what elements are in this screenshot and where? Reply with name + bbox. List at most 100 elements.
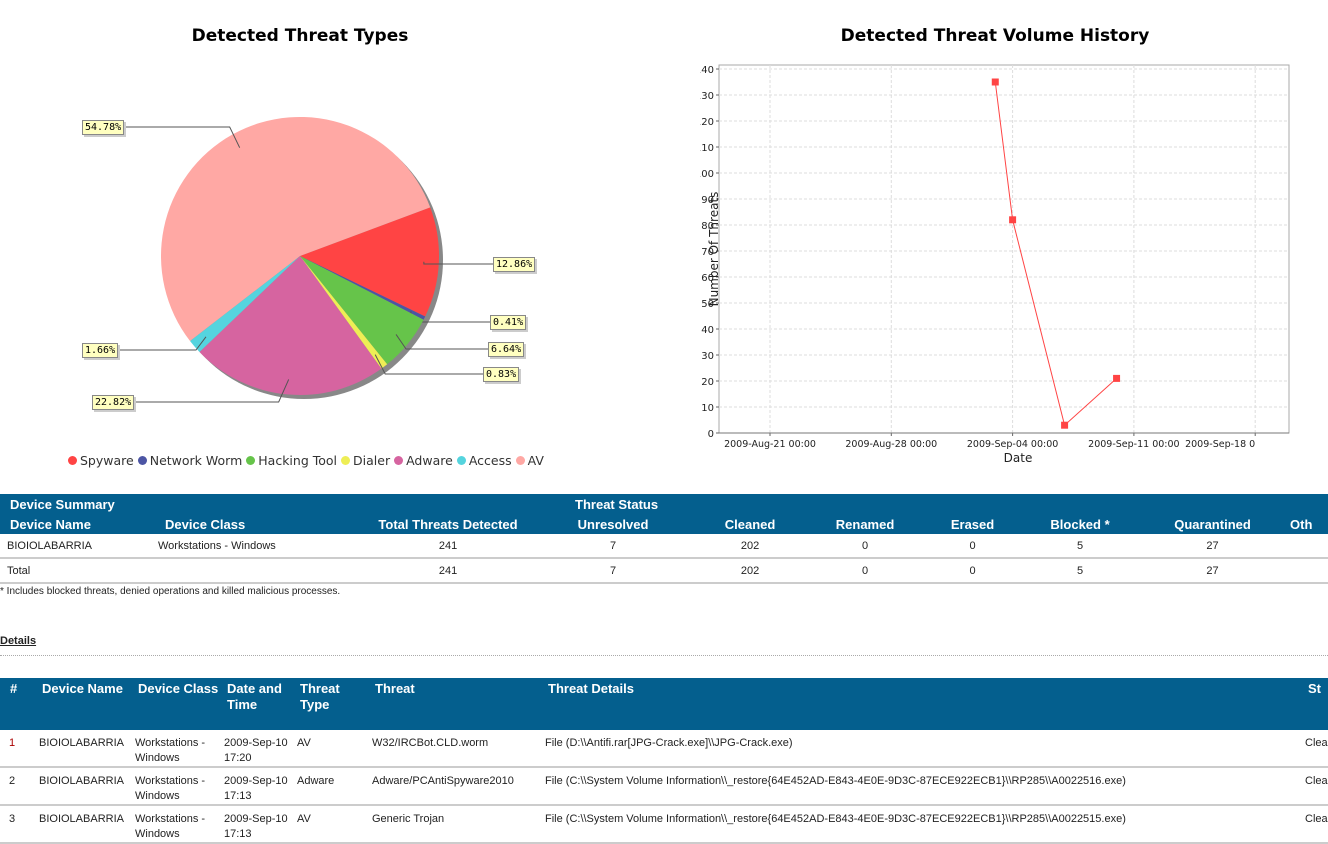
cell-threat-type: AV (297, 730, 372, 768)
x-tick-label: 2009-Sep-04 00:00 (967, 439, 1058, 450)
legend-label: AV (527, 453, 544, 468)
legend-swatch-icon (137, 456, 147, 465)
legend-item-spyware: Spyware (68, 453, 134, 468)
column-header-device-class[interactable]: Device Class (135, 678, 224, 730)
cell-threat-details: File (C:\\System Volume Information\\_re… (545, 767, 1305, 806)
y-tick-label: 100 (700, 169, 714, 180)
column-header-renamed[interactable]: Renamed (810, 514, 921, 534)
cell-cleaned: 202 (690, 558, 811, 584)
cell-device-name: Total (0, 558, 155, 584)
cell-unresolved: 7 (536, 534, 691, 559)
cell-quarantined: 27 (1135, 558, 1291, 584)
table-row: 3 BIOIOLABARRIA Workstations - Windows 2009… (0, 805, 1328, 844)
cell-st: Clea (1305, 767, 1328, 806)
x-tick-label: 2009-Sep-18 0 (1185, 439, 1255, 450)
column-header-[interactable]: # (0, 678, 39, 730)
legend-item-adware: Adware (394, 453, 453, 468)
cell-date-and-time: 2009-Sep-10 17:13 (224, 805, 297, 844)
column-header-date-and-time[interactable]: Date and Time (224, 678, 297, 730)
cell-device-class: Workstations - Windows (135, 730, 224, 768)
cell-date-and-time: 2009-Sep-10 17:13 (224, 767, 297, 806)
column-header-threat-details[interactable]: Threat Details (545, 678, 1305, 730)
cell-blocked: 5 (1025, 558, 1136, 584)
column-header-device-name[interactable]: Device Name (39, 678, 135, 730)
legend-label: Adware (406, 453, 453, 468)
cell-: 3 (0, 805, 39, 844)
legend-label: Network Worm (149, 453, 243, 468)
y-axis-label: Number Of Threats (707, 192, 721, 307)
legend-label: Hacking Tool (258, 453, 338, 468)
cell-blocked: 5 (1025, 534, 1136, 559)
cell-erased: 0 (920, 534, 1026, 559)
legend-swatch-icon (246, 456, 256, 465)
column-header-threat[interactable]: Threat (372, 678, 545, 730)
y-tick-label: 110 (700, 143, 714, 154)
column-header-device-name[interactable]: Device Name (0, 514, 155, 534)
cell-device-class: Workstations - Windows (155, 534, 360, 559)
cell-quarantined: 27 (1135, 534, 1291, 559)
pie-label-spyware: 12.86% (493, 257, 536, 272)
data-point (1061, 421, 1069, 429)
column-header-quarantined[interactable]: Quarantined (1135, 514, 1291, 534)
plot-area (718, 64, 1290, 434)
line-chart: 01020304050607080901001101201301402009-A… (700, 64, 1290, 465)
x-tick-label: 2009-Sep-11 00:00 (1088, 439, 1179, 450)
legend-swatch-icon (394, 456, 404, 465)
y-tick-label: 10 (701, 403, 714, 414)
cell-device-class (155, 558, 360, 584)
cell-unresolved: 7 (536, 558, 691, 584)
table-row: BIOIOLABARRIA Workstations - Windows 241 7 2… (0, 534, 1328, 559)
pie-legend: Spyware Network Worm Hacking Tool Dialer Adw… (68, 453, 548, 468)
cell-device-class: Workstations - Windows (135, 805, 224, 844)
cell-threat-type: AV (297, 805, 372, 844)
column-header-erased[interactable]: Erased (920, 514, 1026, 534)
x-tick-label: 2009-Aug-21 00:00 (724, 439, 816, 450)
cell-threat: Generic Trojan (372, 805, 545, 844)
column-header-st[interactable]: St (1305, 678, 1328, 730)
cell-threat-details: File (C:\\System Volume Information\\_re… (545, 805, 1305, 844)
group-header-threat-status: Threat Status (536, 494, 1328, 514)
cell-date-and-time: 2009-Sep-10 17:20 (224, 730, 297, 768)
column-header-cleaned[interactable]: Cleaned (690, 514, 811, 534)
cell-renamed: 0 (810, 534, 921, 559)
pie-label-av: 54.78% (82, 120, 125, 135)
data-point (1113, 374, 1121, 382)
legend-item-access: Access (456, 453, 512, 468)
column-header-oth[interactable]: Oth (1290, 514, 1328, 534)
column-header-total-threats-detected[interactable]: Total Threats Detected (360, 514, 537, 534)
cell-device-name: BIOIOLABARRIA (39, 767, 135, 806)
legend-swatch-icon (341, 456, 351, 465)
column-header-device-class[interactable]: Device Class (155, 514, 360, 534)
legend-swatch-icon (68, 456, 77, 465)
cell-threat-details: File (D:\\Antifi.rar[JPG-Crack.exe]\\JPG… (545, 730, 1305, 768)
pie-label-access: 1.66% (82, 343, 119, 358)
y-tick-label: 0 (708, 429, 714, 440)
y-tick-label: 130 (700, 91, 714, 102)
cell-oth (1290, 534, 1328, 559)
cell-device-name: BIOIOLABARRIA (39, 730, 135, 768)
cell-st: Clea (1305, 730, 1328, 768)
cell-threat: W32/IRCBot.CLD.worm (372, 730, 545, 768)
legend-item-network-worm: Network Worm (137, 453, 243, 468)
y-tick-label: 40 (701, 325, 714, 336)
column-header-blocked[interactable]: Blocked * (1025, 514, 1136, 534)
cell-device-class: Workstations - Windows (135, 767, 224, 806)
details-link[interactable]: Details (0, 635, 36, 647)
cell-: 2 (0, 767, 39, 806)
pie-label-network-worm: 0.41% (490, 315, 527, 330)
column-header-unresolved[interactable]: Unresolved (536, 514, 691, 534)
x-axis-label: Date (1004, 451, 1033, 465)
data-point (1009, 216, 1017, 224)
legend-label: Dialer (353, 453, 391, 468)
cell-st: Clea (1305, 805, 1328, 844)
cell-total-threats-detected: 241 (360, 534, 537, 559)
column-header-threat-type[interactable]: Threat Type (297, 678, 372, 730)
threat-details-table: # Device Name Device Class Date and Time Thr… (0, 678, 1328, 844)
y-tick-label: 120 (700, 117, 714, 128)
cell-threat-type: Adware (297, 767, 372, 806)
legend-item-av: AV (515, 453, 544, 468)
cell-: 1 (0, 730, 39, 768)
cell-device-name: BIOIOLABARRIA (0, 534, 155, 559)
legend-label: Access (468, 453, 512, 468)
device-summary-table: Device Summary Threat Status Device Name… (0, 494, 1328, 584)
